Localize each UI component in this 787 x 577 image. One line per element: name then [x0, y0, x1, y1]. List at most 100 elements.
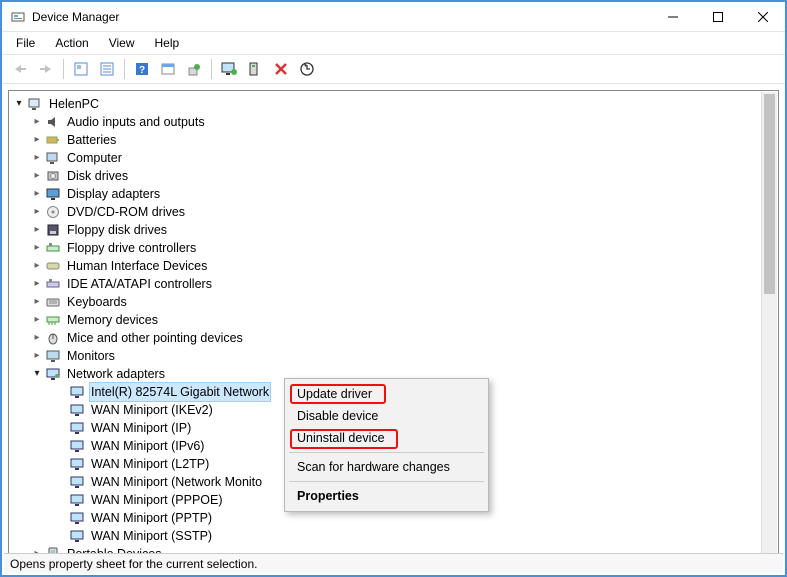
toolbar-separator: [124, 59, 125, 79]
tree-label: IDE ATA/ATAPI controllers: [65, 275, 214, 293]
mouse-icon: [45, 330, 61, 346]
tree-label: Intel(R) 82574L Gigabit Network: [89, 382, 271, 402]
tree-label: WAN Miniport (L2TP): [89, 455, 211, 473]
netitem-icon: [69, 384, 85, 400]
context-uninstall-device[interactable]: Uninstall device: [287, 427, 486, 449]
forward-button[interactable]: [34, 57, 58, 81]
tree-label: Disk drives: [65, 167, 130, 185]
dvd-icon: [45, 204, 61, 220]
context-update-driver[interactable]: Update driver: [287, 383, 486, 405]
computer-toolbar-icon[interactable]: [243, 57, 267, 81]
tree-node[interactable]: Mice and other pointing devices: [31, 329, 778, 347]
floppyctl-icon: [45, 240, 61, 256]
back-button[interactable]: [8, 57, 32, 81]
context-separator: [289, 452, 484, 453]
context-menu: Update driver Disable device Uninstall d…: [284, 378, 489, 512]
tree-node[interactable]: Floppy drive controllers: [31, 239, 778, 257]
chevron-down-icon[interactable]: [31, 365, 43, 383]
vertical-scrollbar[interactable]: [761, 92, 777, 556]
tree-label: Floppy disk drives: [65, 221, 169, 239]
tree-node[interactable]: Audio inputs and outputs: [31, 113, 778, 131]
menubar: File Action View Help: [2, 32, 785, 54]
context-scan-hardware[interactable]: Scan for hardware changes: [287, 456, 486, 478]
chevron-right-icon[interactable]: [31, 113, 43, 131]
display-icon: [45, 186, 61, 202]
tree-node[interactable]: Floppy disk drives: [31, 221, 778, 239]
show-hidden-button[interactable]: [69, 57, 93, 81]
context-properties[interactable]: Properties: [287, 485, 486, 507]
tree-node[interactable]: IDE ATA/ATAPI controllers: [31, 275, 778, 293]
chevron-right-icon[interactable]: [31, 311, 43, 329]
toolbar-separator: [211, 59, 212, 79]
tree-label: WAN Miniport (SSTP): [89, 527, 214, 545]
tree-node[interactable]: Computer: [31, 149, 778, 167]
chevron-right-icon[interactable]: [31, 221, 43, 239]
scrollbar-thumb[interactable]: [764, 94, 775, 294]
maximize-button[interactable]: [695, 2, 740, 32]
minimize-button[interactable]: [650, 2, 695, 32]
pc-icon: [45, 150, 61, 166]
netitem-icon: [69, 474, 85, 490]
context-disable-device[interactable]: Disable device: [287, 405, 486, 427]
chevron-right-icon[interactable]: [31, 329, 43, 347]
tree-label: WAN Miniport (PPTP): [89, 509, 214, 527]
tree-label: Memory devices: [65, 311, 160, 329]
app-icon: [10, 9, 26, 25]
tree-node[interactable]: WAN Miniport (SSTP): [49, 527, 778, 545]
update-driver-button[interactable]: [182, 57, 206, 81]
root-node[interactable]: HelenPC: [13, 95, 778, 113]
uninstall-button[interactable]: [269, 57, 293, 81]
tree-node[interactable]: Display adapters: [31, 185, 778, 203]
netitem-icon: [69, 438, 85, 454]
chevron-right-icon[interactable]: [31, 203, 43, 221]
status-text: Opens property sheet for the current sel…: [10, 557, 257, 571]
floppy-icon: [45, 222, 61, 238]
chevron-right-icon[interactable]: [31, 149, 43, 167]
netitem-icon: [69, 510, 85, 526]
tree-node[interactable]: Batteries: [31, 131, 778, 149]
toolbar-icon[interactable]: [156, 57, 180, 81]
disk-icon: [45, 168, 61, 184]
tree-label: Floppy drive controllers: [65, 239, 198, 257]
tree-node[interactable]: Keyboards: [31, 293, 778, 311]
tree-node[interactable]: Disk drives: [31, 167, 778, 185]
tree-label: Batteries: [65, 131, 118, 149]
chevron-right-icon[interactable]: [31, 239, 43, 257]
statusbar: Opens property sheet for the current sel…: [4, 553, 783, 573]
toolbar: ?: [2, 54, 785, 84]
chevron-right-icon[interactable]: [31, 131, 43, 149]
menu-file[interactable]: File: [8, 34, 43, 52]
chevron-right-icon[interactable]: [31, 257, 43, 275]
tree-node[interactable]: DVD/CD-ROM drives: [31, 203, 778, 221]
tree-label: Display adapters: [65, 185, 162, 203]
menu-action[interactable]: Action: [47, 34, 96, 52]
properties-button[interactable]: [95, 57, 119, 81]
netitem-icon: [69, 456, 85, 472]
chevron-right-icon[interactable]: [31, 275, 43, 293]
chevron-right-icon[interactable]: [31, 293, 43, 311]
scan-hardware-button[interactable]: [295, 57, 319, 81]
close-button[interactable]: [740, 2, 785, 32]
tree-node[interactable]: Memory devices: [31, 311, 778, 329]
computer-icon: [27, 96, 43, 112]
menu-view[interactable]: View: [101, 34, 143, 52]
chevron-right-icon[interactable]: [31, 167, 43, 185]
chevron-right-icon[interactable]: [31, 185, 43, 203]
menu-help[interactable]: Help: [147, 34, 188, 52]
svg-text:?: ?: [139, 65, 145, 76]
tree-label: Audio inputs and outputs: [65, 113, 207, 131]
tree-node[interactable]: Human Interface Devices: [31, 257, 778, 275]
toolbar-separator: [63, 59, 64, 79]
window-title: Device Manager: [32, 10, 650, 24]
netitem-icon: [69, 492, 85, 508]
tree-label: WAN Miniport (IKEv2): [89, 401, 215, 419]
chevron-down-icon[interactable]: [13, 95, 25, 113]
chevron-right-icon[interactable]: [31, 347, 43, 365]
tree-label: WAN Miniport (PPPOE): [89, 491, 225, 509]
monitor-toolbar-icon[interactable]: [217, 57, 241, 81]
tree-label: WAN Miniport (IP): [89, 419, 193, 437]
tree-label: Keyboards: [65, 293, 129, 311]
help-button[interactable]: ?: [130, 57, 154, 81]
tree-node[interactable]: Monitors: [31, 347, 778, 365]
ide-icon: [45, 276, 61, 292]
